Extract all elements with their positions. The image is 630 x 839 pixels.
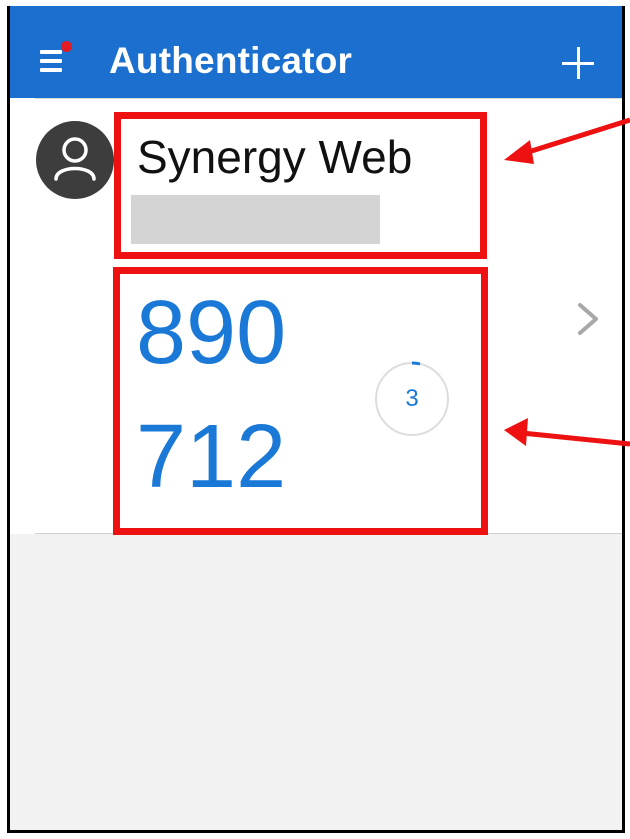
- empty-list-area: [10, 534, 622, 830]
- person-icon: [54, 137, 96, 181]
- annotation-arrow-top: [504, 117, 630, 164]
- chevron-right-icon[interactable]: [576, 299, 600, 339]
- highlight-account-name-box: [114, 112, 487, 259]
- highlight-code-box: [113, 267, 488, 535]
- annotation-arrow-bottom: [504, 418, 630, 447]
- add-account-button[interactable]: [559, 44, 599, 84]
- top-app-bar: Authenticator: [10, 6, 622, 98]
- avatar: [36, 121, 114, 199]
- notification-dot: [61, 41, 72, 52]
- hamburger-menu-icon[interactable]: [40, 41, 72, 76]
- app-title: Authenticator: [109, 40, 353, 81]
